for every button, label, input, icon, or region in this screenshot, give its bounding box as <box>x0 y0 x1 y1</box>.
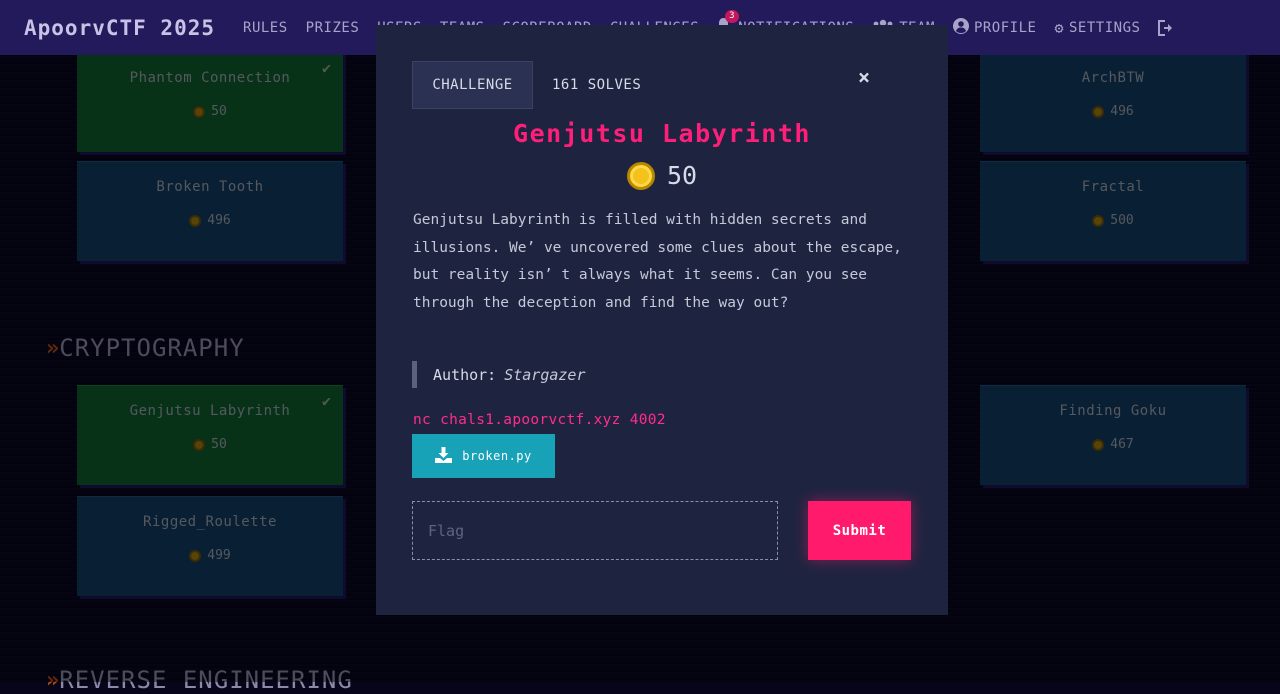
gears-icon: ⚙ <box>1054 18 1064 37</box>
coin-icon <box>626 161 655 190</box>
tab-solves[interactable]: 161 SOLVES <box>552 61 641 109</box>
close-icon[interactable]: × <box>858 65 870 89</box>
author-label: Author: <box>433 365 497 384</box>
challenge-points-display: 50 <box>376 161 948 190</box>
nav-profile[interactable]: PROFILE <box>952 17 1037 38</box>
submit-button[interactable]: Submit <box>808 501 911 560</box>
challenge-title: Genjutsu Labyrinth <box>513 119 811 148</box>
connection-string: nc chals1.apoorvctf.xyz 4002 <box>413 412 666 428</box>
notification-count-badge: 3 <box>725 10 740 23</box>
author-name: Stargazer <box>504 365 586 384</box>
nav-settings[interactable]: ⚙ SETTINGS <box>1054 19 1140 37</box>
download-icon <box>435 446 453 466</box>
challenge-description: Genjutsu Labyrinth is filled with hidden… <box>413 212 902 311</box>
user-circle-icon <box>952 17 969 38</box>
tab-challenge[interactable]: CHALLENGE <box>412 61 533 109</box>
download-file-button[interactable]: broken.py <box>412 434 555 478</box>
nav-prizes[interactable]: PRIZES <box>306 20 360 36</box>
brand-logo[interactable]: ApoorvCTF 2025 <box>24 16 215 40</box>
challenge-modal: CHALLENGE 161 SOLVES × Genjutsu Labyrint… <box>376 25 948 615</box>
logout-icon[interactable] <box>1158 19 1173 36</box>
author-quote: Author: Stargazer <box>412 361 586 388</box>
nav-rules[interactable]: RULES <box>243 20 288 36</box>
flag-input[interactable] <box>412 501 778 560</box>
